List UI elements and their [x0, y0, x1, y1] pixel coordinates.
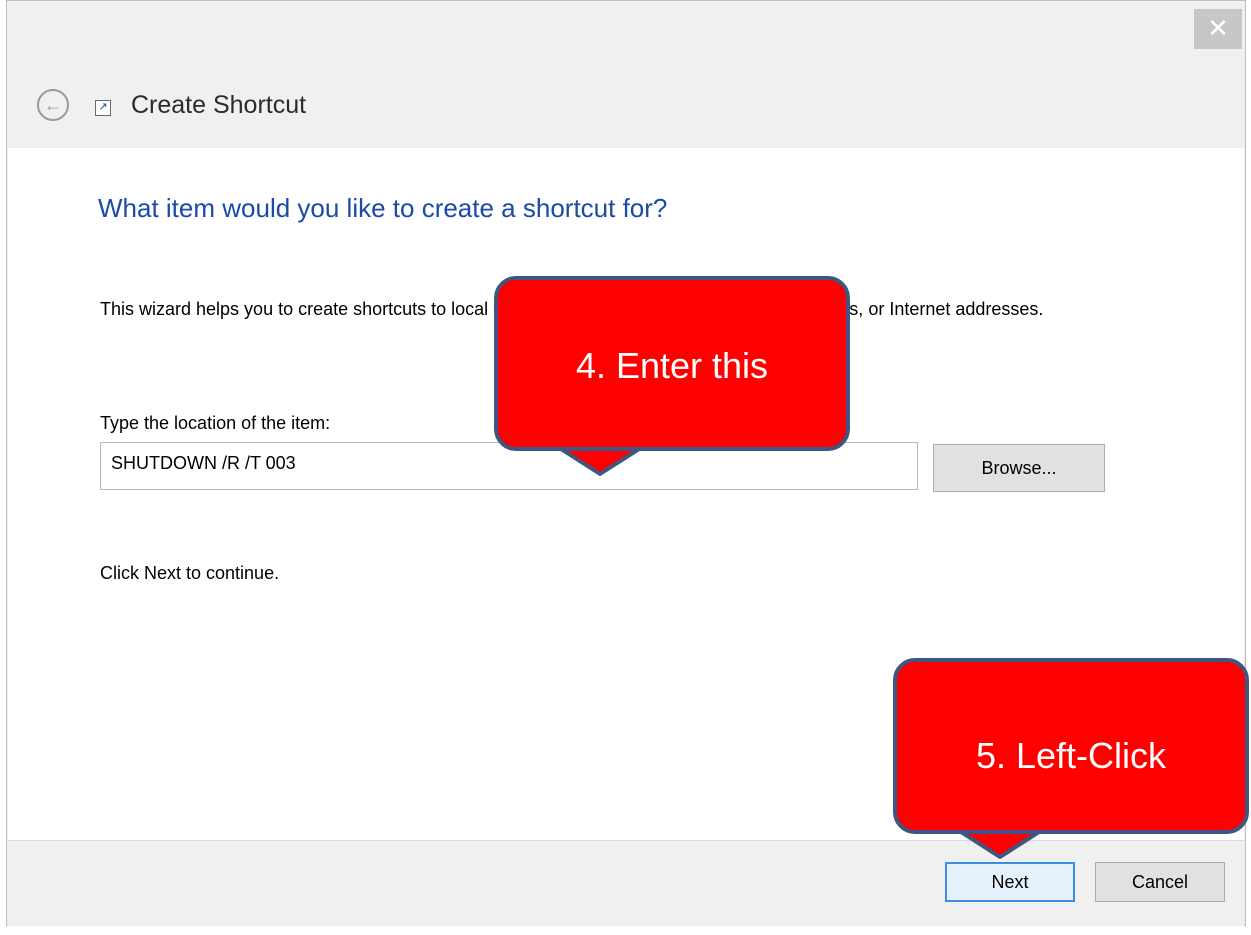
- shortcut-icon: ↗: [95, 100, 111, 116]
- page-question: What item would you like to create a sho…: [98, 193, 668, 223]
- close-icon: ✕: [1207, 13, 1229, 43]
- location-label: Type the location of the item:: [100, 413, 331, 433]
- browse-button[interactable]: Browse...: [933, 444, 1105, 492]
- wizard-title: Create Shortcut: [131, 90, 307, 119]
- next-button[interactable]: Next: [945, 862, 1075, 902]
- continue-hint: Click Next to continue.: [100, 563, 280, 583]
- callout-step5: 5. Left-Click: [893, 658, 1249, 834]
- wizard-header: ← ↗ Create Shortcut: [37, 87, 306, 123]
- close-button[interactable]: ✕: [1194, 9, 1242, 49]
- back-button[interactable]: ←: [37, 89, 69, 121]
- callout-step4: 4. Enter this: [494, 276, 850, 451]
- cancel-button[interactable]: Cancel: [1095, 862, 1225, 902]
- back-arrow-icon: ←: [44, 95, 62, 115]
